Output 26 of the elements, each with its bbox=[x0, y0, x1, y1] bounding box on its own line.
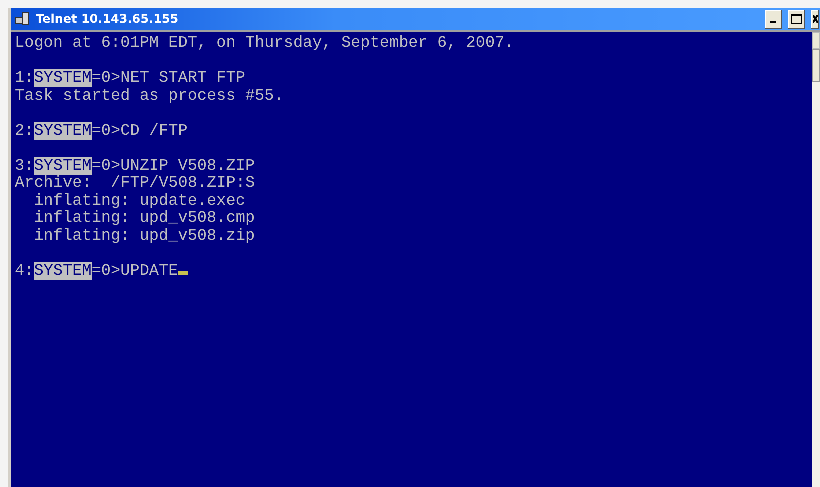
computer-icon bbox=[15, 12, 31, 26]
minimize-button[interactable] bbox=[765, 10, 782, 28]
maximize-icon bbox=[791, 14, 802, 24]
close-button[interactable] bbox=[811, 10, 819, 28]
terminal-output: inflating: upd_v508.cmp bbox=[33, 209, 256, 227]
prompt-user: SYSTEM bbox=[34, 262, 92, 280]
terminal-output: inflating: upd_v508.zip bbox=[33, 226, 256, 244]
terminal-output: Task started as process #55. bbox=[15, 86, 284, 104]
prompt-command: =0>CD /FTP bbox=[92, 122, 188, 140]
prompt-user: SYSTEM bbox=[34, 156, 92, 174]
scroll-thumb[interactable] bbox=[812, 49, 820, 82]
prompt-command: =0>NET START FTP bbox=[92, 69, 246, 87]
close-icon bbox=[812, 15, 818, 23]
terminal-output: Logon at 6:01PM EDT, on Thursday, September 6, 2007. bbox=[15, 34, 514, 52]
prompt-number: 1: bbox=[15, 69, 34, 87]
prompt-command: =0>UNZIP V508.ZIP bbox=[92, 156, 256, 174]
maximize-button[interactable] bbox=[788, 10, 805, 28]
prompt-user: SYSTEM bbox=[34, 122, 92, 140]
prompt-user: SYSTEM bbox=[34, 69, 92, 87]
terminal-output: inflating: update.exec bbox=[33, 192, 246, 210]
prompt-number: 3: bbox=[15, 156, 34, 174]
terminal-output: Archive: /FTP/V508.ZIP:S bbox=[15, 174, 256, 192]
window-title: Telnet 10.143.65.155 bbox=[36, 12, 180, 26]
prompt-number: 4: bbox=[15, 262, 34, 280]
prompt-command: =0>UPDATE bbox=[92, 262, 178, 280]
prompt-number: 2: bbox=[15, 122, 34, 140]
